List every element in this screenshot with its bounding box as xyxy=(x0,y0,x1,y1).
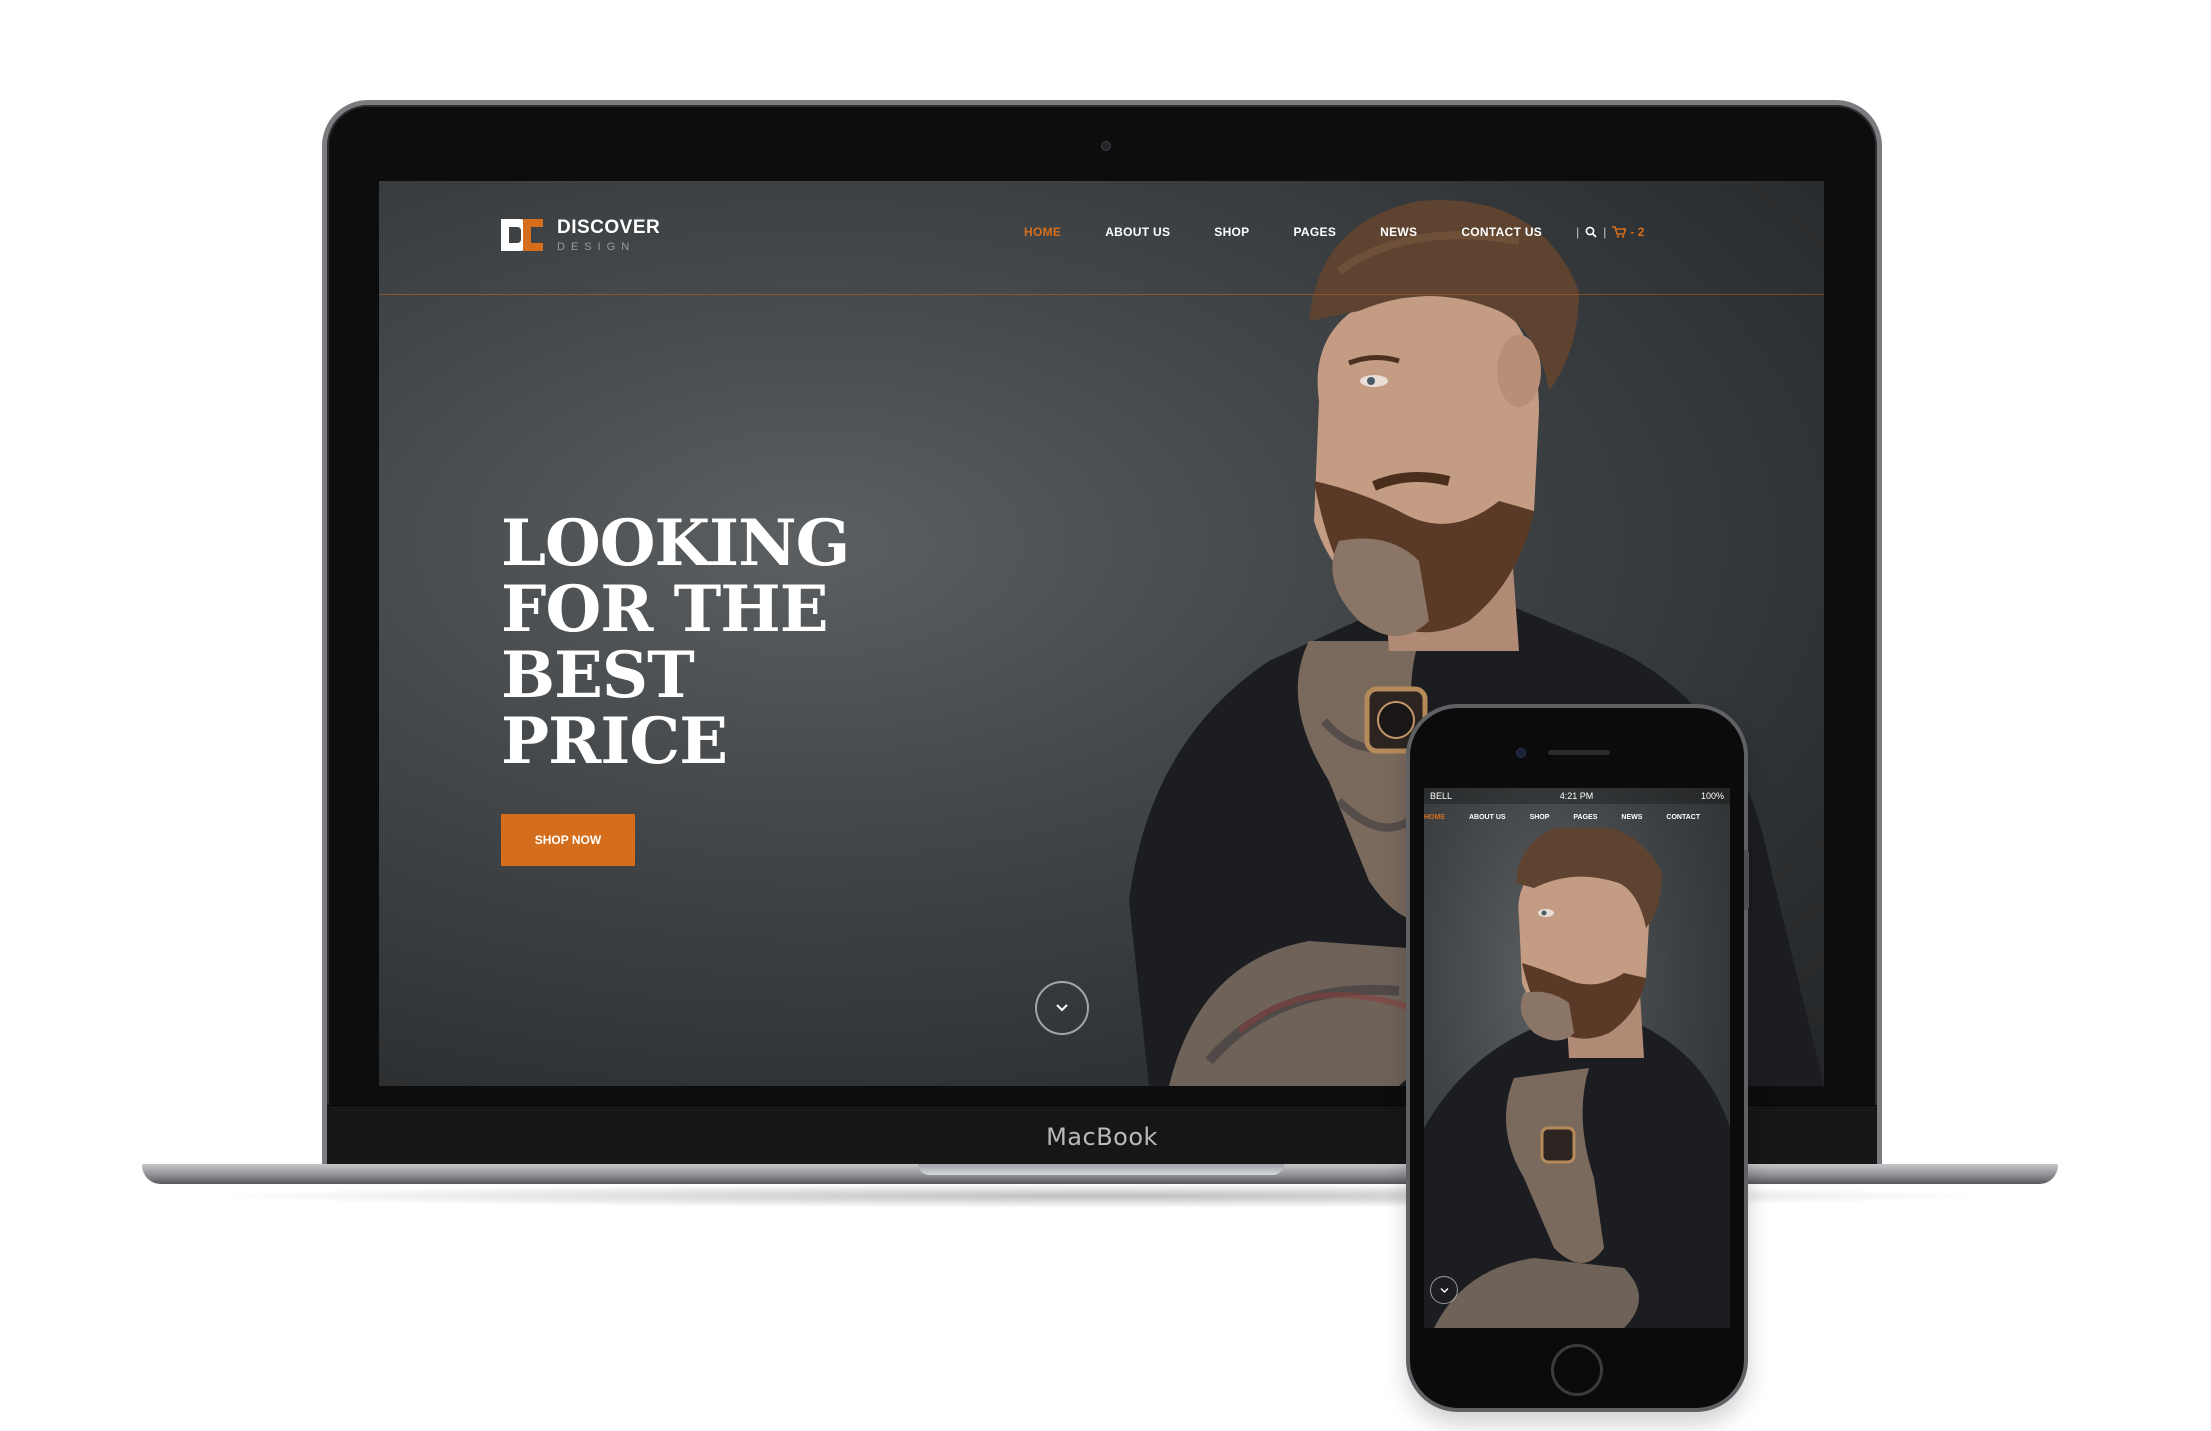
laptop-camera xyxy=(1101,141,1111,151)
nav-about-us[interactable]: ABOUT US xyxy=(1105,225,1170,239)
phone-speaker xyxy=(1548,750,1610,755)
logo-tagline: DESIGN xyxy=(557,241,636,253)
cart-count: - 2 xyxy=(1630,225,1645,239)
phone-side-button xyxy=(1744,850,1749,910)
shop-now-button[interactable]: SHOP NOW xyxy=(501,814,635,866)
hero-headline-line: BEST xyxy=(501,638,695,713)
hero-headline-line: FOR THE xyxy=(501,572,829,647)
mobile-nav-about-us[interactable]: ABOUT US xyxy=(1469,814,1506,821)
hero-headline: LOOKING FOR THE BEST PRICE xyxy=(501,511,961,775)
chevron-down-icon xyxy=(1056,1004,1068,1012)
carrier-label: BELL xyxy=(1430,791,1453,801)
nav-contact-us[interactable]: CONTACT US xyxy=(1461,225,1542,239)
nav-home[interactable]: HOME xyxy=(1024,225,1061,239)
cart-icon xyxy=(1612,226,1627,238)
mobile-hero-photo xyxy=(1424,828,1730,1328)
site-header: DISCOVER DESIGN HOME ABOUT US SHOP PAGES… xyxy=(379,181,1824,295)
cart-button[interactable]: - 2 xyxy=(1612,225,1644,239)
mobile-nav-news[interactable]: NEWS xyxy=(1621,814,1642,821)
logo-name: DISCOVER xyxy=(557,217,661,238)
clock-label: 4:21 PM xyxy=(1559,791,1594,801)
battery-label: 100% xyxy=(1700,791,1724,801)
search-icon[interactable] xyxy=(1585,226,1597,238)
mobile-scroll-down-button[interactable] xyxy=(1430,1276,1458,1304)
nav-pages[interactable]: PAGES xyxy=(1294,225,1337,239)
scroll-down-button[interactable] xyxy=(1035,981,1089,1035)
mobile-nav-shop[interactable]: SHOP xyxy=(1530,814,1550,821)
hero-headline-line: LOOKING xyxy=(501,506,850,581)
discover-logo-mark-icon xyxy=(501,219,543,251)
mobile-nav: HOME ABOUT US SHOP PAGES NEWS CONTACT xyxy=(1424,808,1730,826)
logo-text: DISCOVER DESIGN xyxy=(557,217,660,253)
laptop-opening-notch xyxy=(918,1164,1284,1175)
hero-headline-line: PRICE xyxy=(501,704,728,779)
chevron-down-icon xyxy=(1440,1287,1448,1293)
site-logo[interactable]: DISCOVER DESIGN xyxy=(499,215,660,255)
phone-home-button[interactable] xyxy=(1551,1344,1603,1396)
mobile-nav-home[interactable]: HOME xyxy=(1424,814,1445,821)
nav-news[interactable]: NEWS xyxy=(1380,225,1417,239)
phone-status-bar: BELL 4:21 PM 100% xyxy=(1424,788,1730,804)
nav-separator: | xyxy=(1576,225,1580,239)
nav-shop[interactable]: SHOP xyxy=(1214,225,1249,239)
nav-tools: | | - 2 xyxy=(1570,225,1644,239)
mobile-nav-pages[interactable]: PAGES xyxy=(1573,814,1597,821)
mobile-nav-contact[interactable]: CONTACT xyxy=(1666,814,1700,821)
phone-camera xyxy=(1516,748,1526,758)
mobile-website-screen: BELL 4:21 PM 100% HOME ABOUT US SHOP PAG… xyxy=(1424,788,1730,1328)
iphone-device: BELL 4:21 PM 100% HOME ABOUT US SHOP PAG… xyxy=(1406,704,1748,1412)
nav-separator: | xyxy=(1603,225,1607,239)
main-nav: HOME ABOUT US SHOP PAGES NEWS CONTACT US… xyxy=(1024,225,1644,239)
